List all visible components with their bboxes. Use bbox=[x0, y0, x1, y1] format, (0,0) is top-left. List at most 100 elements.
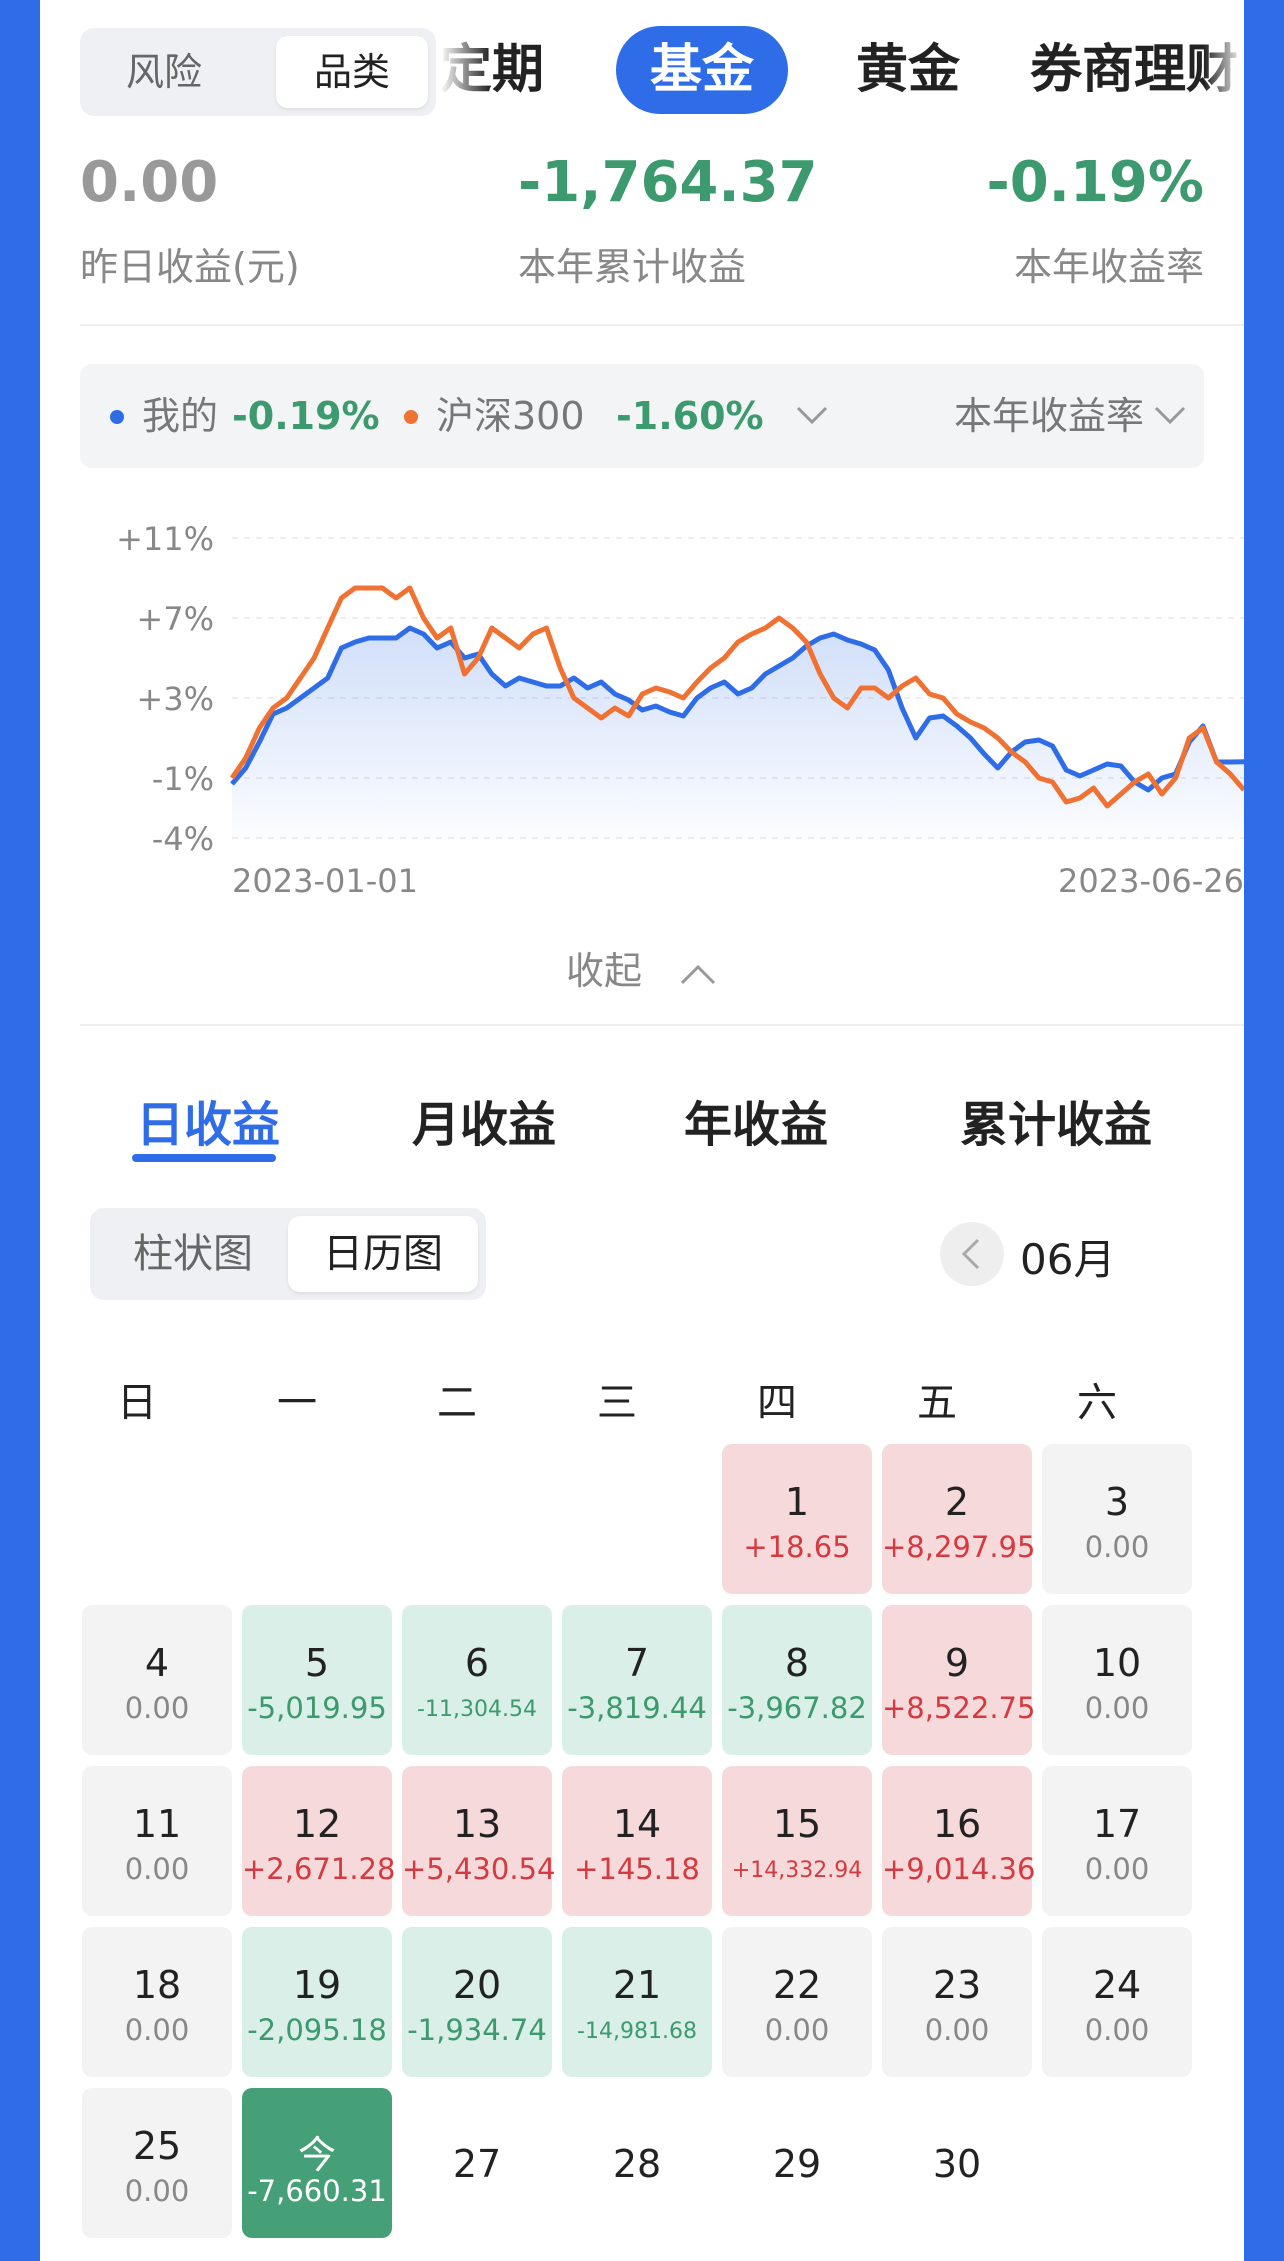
prev-month-button[interactable] bbox=[940, 1222, 1004, 1286]
day-number: 16 bbox=[932, 1802, 982, 1846]
yesterday-earnings-label: 昨日收益(元) bbox=[80, 245, 300, 289]
day-earnings: -5,019.95 bbox=[247, 1691, 387, 1725]
mine-area-fill bbox=[232, 628, 1244, 838]
calendar-day[interactable]: 12 +2,671.28 bbox=[242, 1766, 395, 1916]
calendar-day[interactable]: 14 +145.18 bbox=[562, 1766, 712, 1916]
day-number: 19 bbox=[292, 1963, 342, 2007]
mine-label: 我的 bbox=[142, 394, 219, 438]
collapse-button[interactable]: 收起 bbox=[40, 940, 1244, 995]
ytd-earnings-value: -1,764.37 bbox=[518, 150, 818, 215]
day-number: 25 bbox=[132, 2124, 182, 2168]
day-earnings: +5,430.54 bbox=[402, 1852, 556, 1886]
chevron-down-icon[interactable] bbox=[792, 394, 832, 434]
calendar-day[interactable]: 6 -11,304.54 bbox=[402, 1605, 552, 1755]
day-number: 14 bbox=[612, 1802, 662, 1846]
tab-yearly[interactable]: 年收益 bbox=[684, 1085, 828, 1155]
day-number: 13 bbox=[452, 1802, 502, 1846]
day-earnings: 0.00 bbox=[124, 2013, 190, 2047]
calendar-day[interactable]: 4 0.00 bbox=[82, 1605, 232, 1755]
calendar-day[interactable]: 2 +8,297.95 bbox=[882, 1444, 1036, 1594]
calendar-day[interactable]: 28 bbox=[562, 2088, 712, 2238]
tab-cumulative[interactable]: 累计收益 bbox=[960, 1085, 1152, 1155]
calendar-day[interactable]: 7 -3,819.44 bbox=[562, 1605, 712, 1755]
day-number: 17 bbox=[1092, 1802, 1142, 1846]
calendar-day[interactable]: 5 -5,019.95 bbox=[242, 1605, 392, 1755]
calendar-day[interactable]: 18 0.00 bbox=[82, 1927, 232, 2077]
day-earnings: +18.65 bbox=[743, 1530, 851, 1564]
benchmark-label[interactable]: 沪深300 bbox=[436, 390, 585, 442]
calendar-day[interactable]: 17 0.00 bbox=[1042, 1766, 1192, 1916]
calendar-day[interactable]: 24 0.00 bbox=[1042, 1927, 1192, 2077]
day-number: 28 bbox=[612, 2142, 662, 2186]
day-number: 24 bbox=[1092, 1963, 1142, 2007]
day-earnings: 0.00 bbox=[1084, 1530, 1150, 1564]
calendar-day[interactable]: 30 bbox=[882, 2088, 1032, 2238]
day-number: 9 bbox=[944, 1641, 970, 1685]
metric-selector[interactable]: 本年收益率 bbox=[954, 390, 1144, 442]
toggle-calendar[interactable]: 日历图 bbox=[288, 1216, 478, 1292]
day-earnings: +9,014.36 bbox=[882, 1852, 1036, 1886]
day-earnings: -14,981.68 bbox=[577, 2019, 697, 2044]
x-tick-label: 2023-06-26 bbox=[1058, 862, 1244, 900]
day-earnings: -2,095.18 bbox=[247, 2013, 387, 2047]
calendar-day[interactable]: 16 +9,014.36 bbox=[882, 1766, 1036, 1916]
day-number: 1 bbox=[784, 1480, 810, 1524]
x-tick-label: 2023-01-01 bbox=[232, 862, 418, 900]
divider bbox=[80, 1024, 1244, 1026]
day-earnings: +8,522.75 bbox=[882, 1691, 1036, 1725]
background-left bbox=[0, 0, 40, 270]
day-earnings: 0.00 bbox=[764, 2013, 830, 2047]
calendar-day[interactable]: 21 -14,981.68 bbox=[562, 1927, 712, 2077]
view-toggle: 柱状图 日历图 bbox=[90, 1208, 486, 1300]
calendar-day[interactable]: 25 0.00 bbox=[82, 2088, 232, 2238]
calendar-day[interactable]: 10 0.00 bbox=[1042, 1605, 1192, 1755]
calendar-day[interactable]: 9 +8,522.75 bbox=[882, 1605, 1036, 1755]
day-earnings: 0.00 bbox=[1084, 1691, 1150, 1725]
day-number: 今 bbox=[297, 2133, 336, 2177]
y-tick-label: +11% bbox=[116, 520, 214, 558]
calendar-day[interactable]: 19 -2,095.18 bbox=[242, 1927, 392, 2077]
y-tick-label: -1% bbox=[152, 760, 214, 798]
weekday-label: 四 bbox=[757, 1380, 797, 1426]
day-number: 29 bbox=[772, 2142, 822, 2186]
toggle-category[interactable]: 品类 bbox=[276, 36, 428, 108]
ytd-return-label: 本年收益率 bbox=[1013, 245, 1204, 289]
calendar-day[interactable]: 11 0.00 bbox=[82, 1766, 232, 1916]
day-number: 4 bbox=[144, 1641, 170, 1685]
tab-monthly[interactable]: 月收益 bbox=[412, 1085, 556, 1155]
calendar-day[interactable]: 27 bbox=[402, 2088, 552, 2238]
day-earnings: +8,297.95 bbox=[882, 1530, 1036, 1564]
calendar-day[interactable]: 3 0.00 bbox=[1042, 1444, 1192, 1594]
chart-legend: 我的 -0.19% 沪深300 -1.60% 本年收益率 bbox=[80, 364, 1204, 468]
calendar-day[interactable]: 23 0.00 bbox=[882, 1927, 1032, 2077]
background-right bbox=[1244, 0, 1284, 270]
day-earnings: +14,332.94 bbox=[731, 1858, 863, 1883]
day-number: 3 bbox=[1104, 1480, 1130, 1524]
category-tab-gold[interactable]: 黄金 bbox=[856, 26, 960, 114]
collapse-label: 收起 bbox=[565, 949, 642, 993]
day-number: 22 bbox=[772, 1963, 822, 2007]
day-earnings: -3,819.44 bbox=[567, 1691, 707, 1725]
mine-value: -0.19% bbox=[232, 394, 380, 438]
toggle-risk[interactable]: 风险 bbox=[88, 36, 240, 108]
calendar-day[interactable]: 15 +14,332.94 bbox=[722, 1766, 872, 1916]
calendar-day[interactable]: 20 -1,934.74 bbox=[402, 1927, 552, 2077]
day-earnings: -11,304.54 bbox=[417, 1697, 537, 1722]
day-earnings: -1,934.74 bbox=[407, 2013, 547, 2047]
y-tick-label: -4% bbox=[152, 820, 214, 858]
day-earnings: 0.00 bbox=[124, 1852, 190, 1886]
calendar-day[interactable]: 29 bbox=[722, 2088, 872, 2238]
tab-daily[interactable]: 日收益 bbox=[136, 1085, 280, 1155]
calendar-day[interactable]: 22 0.00 bbox=[722, 1927, 872, 2077]
calendar-day[interactable]: 13 +5,430.54 bbox=[402, 1766, 556, 1916]
return-line-chart: +11% +7% +3% -1% -4% 2023-01-01 2023-06-26 bbox=[116, 520, 1244, 900]
benchmark-dot bbox=[404, 410, 418, 424]
toggle-bar-chart[interactable]: 柱状图 bbox=[98, 1216, 288, 1292]
calendar-day[interactable]: 8 -3,967.82 bbox=[722, 1605, 872, 1755]
weekday-label: 三 bbox=[597, 1380, 637, 1426]
calendar-day-today[interactable]: 今 -7,660.31 bbox=[242, 2088, 392, 2238]
category-tab-fund[interactable]: 基金 bbox=[616, 26, 789, 114]
day-number: 30 bbox=[932, 2142, 982, 2186]
chevron-down-icon[interactable] bbox=[1150, 394, 1190, 434]
calendar-day[interactable]: 1 +18.65 bbox=[722, 1444, 872, 1594]
